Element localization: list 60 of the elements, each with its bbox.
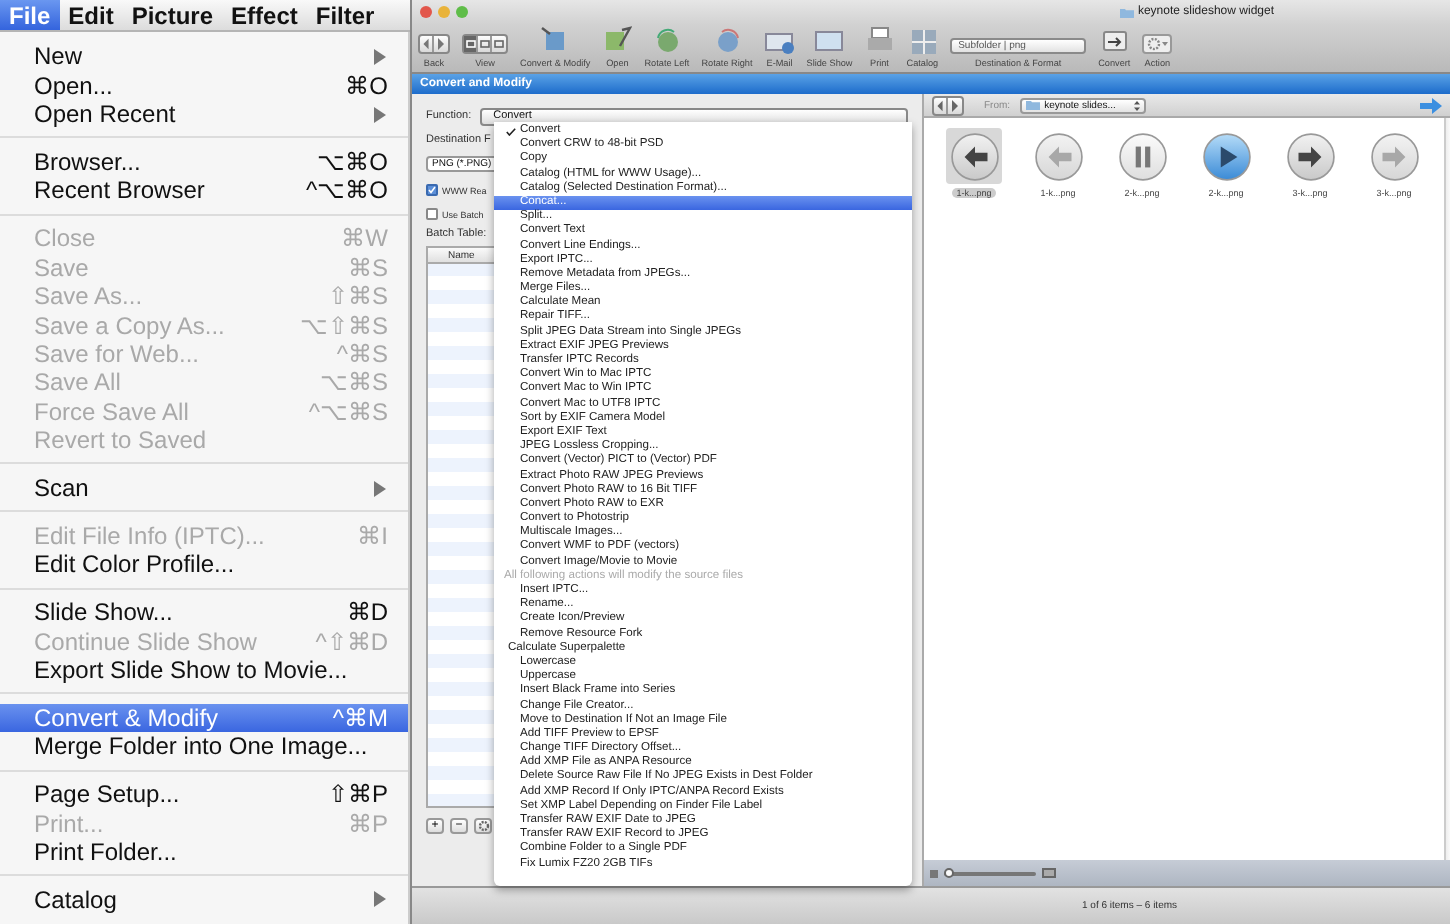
folder-icon xyxy=(1119,7,1134,17)
scrollbar[interactable] xyxy=(1444,118,1450,860)
large-thumbnail-icon xyxy=(1042,868,1056,878)
menu-item[interactable]: Export Slide Show to Movie... xyxy=(0,655,408,685)
menu-item[interactable]: Page Setup... ⇧⌘P xyxy=(0,779,408,809)
checkbox[interactable] xyxy=(426,208,438,220)
picture-pencil-icon xyxy=(602,26,633,54)
shortcut-label: ⇧⌘P xyxy=(327,780,388,809)
forward-button[interactable] xyxy=(434,36,448,52)
screen-icon xyxy=(814,26,845,54)
menu-item[interactable]: Open Recent xyxy=(0,99,408,129)
shortcut-label: ⌘I xyxy=(357,521,388,550)
shortcut-label: ^⇧⌘D xyxy=(315,627,388,656)
menu-item[interactable]: Scan xyxy=(0,473,408,503)
menu-item[interactable]: Slide Show... ⌘D xyxy=(0,597,408,627)
forward-button[interactable] xyxy=(948,97,962,113)
updown-arrows-icon xyxy=(1134,99,1141,111)
menu-item[interactable]: Catalog xyxy=(0,885,408,915)
menu-bar-item[interactable]: Picture xyxy=(122,0,223,30)
rotate-left-icon xyxy=(651,26,682,54)
small-thumbnail-icon xyxy=(930,869,938,877)
view-mode-button[interactable] xyxy=(478,36,492,52)
menu-bar-item[interactable]: Edit xyxy=(59,0,123,30)
menu-item[interactable]: Convert & Modify ^⌘M xyxy=(0,703,408,733)
shortcut-label: ^⌘M xyxy=(332,703,388,732)
shortcut-label: ^⌘S xyxy=(336,339,388,368)
grid-icon xyxy=(907,26,938,54)
shortcut-label: ⌥⌘S xyxy=(319,368,388,397)
close-button[interactable] xyxy=(420,6,432,18)
menu-bar-item[interactable]: File xyxy=(0,0,60,30)
gear-icon xyxy=(1142,34,1173,54)
menu-item[interactable]: Edit Color Profile... xyxy=(0,550,408,580)
shortcut-label: ⌥⇧⌘S xyxy=(299,311,388,339)
menu-item[interactable]: New xyxy=(0,42,408,71)
menu-item[interactable]: Recent Browser ^⌥⌘O xyxy=(0,176,408,206)
view-mode-button[interactable] xyxy=(464,36,478,52)
slider-thumb[interactable] xyxy=(944,867,955,877)
back-button[interactable] xyxy=(934,97,948,113)
menu-item[interactable]: Browser... ⌥⌘O xyxy=(0,147,408,177)
shortcut-label: ^⌥⌘S xyxy=(308,397,388,426)
checkbox[interactable] xyxy=(426,184,438,196)
menu-item[interactable]: Print Folder... xyxy=(0,837,408,867)
gear-icon xyxy=(477,820,489,832)
view-mode-button[interactable] xyxy=(492,36,506,52)
settings-button[interactable] xyxy=(474,818,492,834)
shortcut-label: ⌘S xyxy=(347,253,388,282)
shortcut-label: ⇧⌘S xyxy=(327,282,388,311)
shortcut-label: ⌘O xyxy=(345,71,388,100)
menu-bar-item[interactable]: Filter xyxy=(306,0,384,30)
shortcut-label: ⌥⌘O xyxy=(317,147,388,176)
right-arrow-icon[interactable] xyxy=(1420,97,1442,113)
menu-item[interactable]: Open... ⌘O xyxy=(0,70,408,100)
back-button[interactable] xyxy=(420,36,434,52)
menu-bar-item[interactable]: Effect xyxy=(222,0,307,30)
shortcut-label: ^⌥⌘O xyxy=(306,176,388,205)
folder-icon xyxy=(1026,100,1041,110)
shortcut-label: ⌘P xyxy=(347,809,388,838)
menu-item[interactable]: Merge Folder into One Image... xyxy=(0,732,408,762)
shortcut-label: ⌘D xyxy=(346,598,388,627)
shortcut-label: ⌘W xyxy=(341,224,388,253)
